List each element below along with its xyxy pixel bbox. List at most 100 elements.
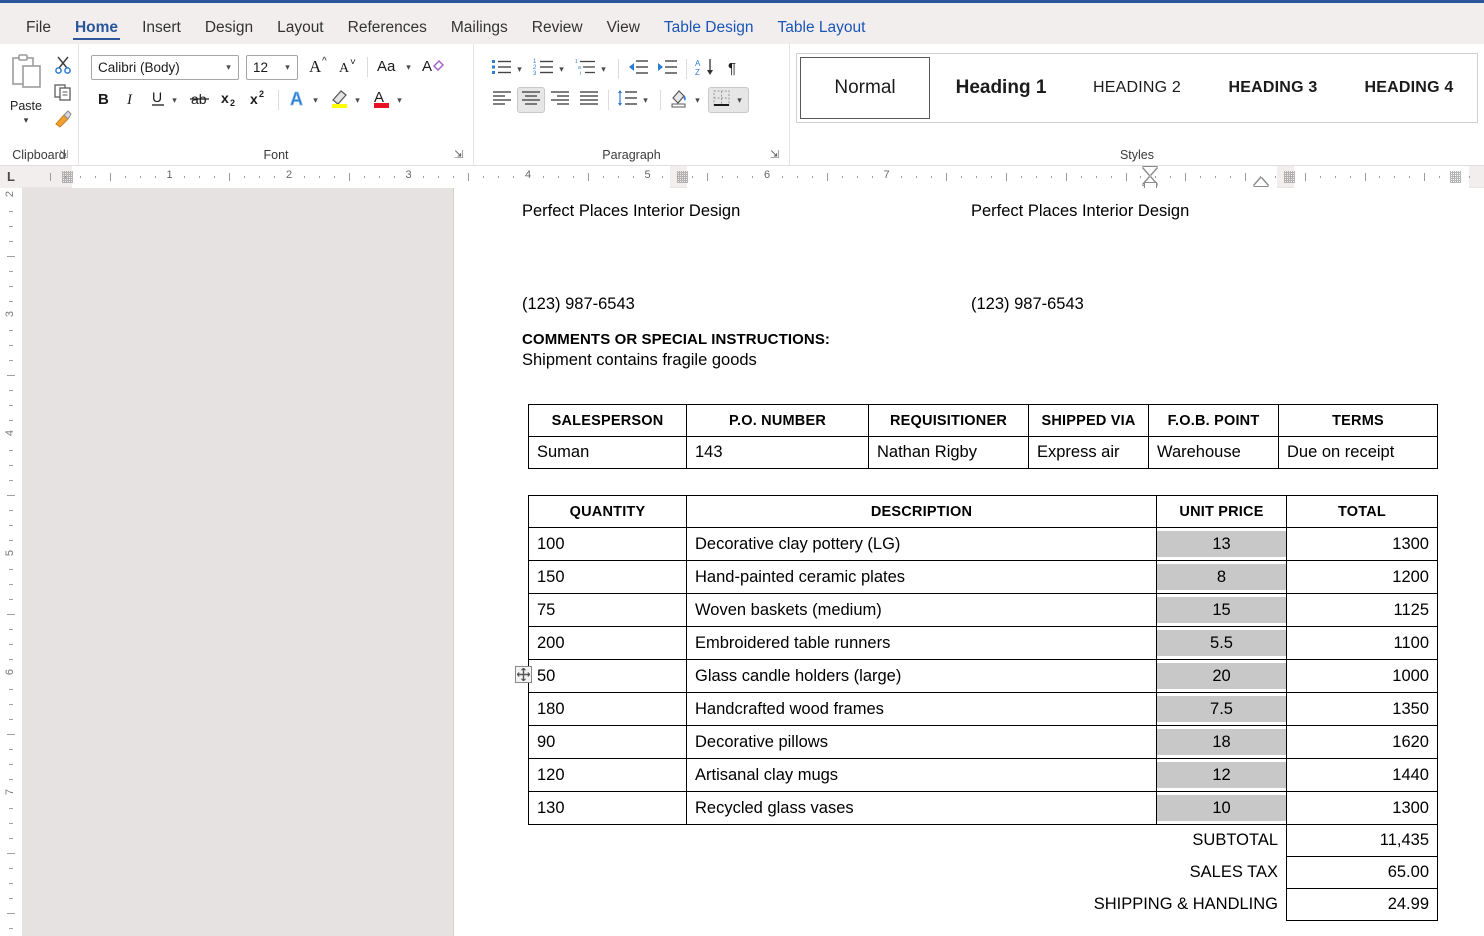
ruler-tab-stop-3[interactable] [1284,170,1295,183]
paste-button[interactable]: Paste ▾ [2,52,50,134]
change-case-button[interactable]: Aa ▾ [373,54,418,80]
bold-button[interactable]: B [91,87,117,113]
text-effects-button[interactable]: A ▾ [284,87,325,113]
tab-review[interactable]: Review [520,19,595,45]
tab-mailings[interactable]: Mailings [439,19,520,45]
cell-quantity[interactable]: 120 [528,758,687,792]
tab-table-design[interactable]: Table Design [652,19,766,45]
table-row[interactable]: 90 Decorative pillows 18 1620 [528,725,1438,759]
cell-unit-price[interactable]: 20 [1156,659,1287,693]
multilevel-list-button[interactable]: 1 a i ▾ [572,56,613,82]
totals-value[interactable]: 65.00 [1286,856,1438,889]
text-highlight-chevron-down-icon[interactable]: ▾ [351,95,364,106]
cell-total[interactable]: 1440 [1286,758,1438,792]
cell-description[interactable]: Glass candle holders (large) [686,659,1157,693]
cell-unit-price[interactable]: 18 [1156,725,1287,759]
table-move-handle[interactable] [515,666,532,683]
order-value-fob-point[interactable]: Warehouse [1148,436,1279,469]
cell-unit-price[interactable]: 10 [1156,791,1287,825]
cell-quantity[interactable]: 75 [528,593,687,627]
numbering-button[interactable]: 1 2 3 ▾ [530,56,571,82]
line-spacing-chevron-down-icon[interactable]: ▾ [639,95,652,106]
table-row[interactable]: QUANTITY DESCRIPTION UNIT PRICE TOTAL [528,495,1438,528]
table-row[interactable]: 150 Hand-painted ceramic plates 8 1200 [528,560,1438,594]
increase-indent-button[interactable] [653,56,681,82]
align-right-button[interactable] [546,87,574,113]
cell-unit-price[interactable]: 15 [1156,593,1287,627]
superscript-button[interactable]: x2 [245,87,273,113]
cell-total[interactable]: 1125 [1286,593,1438,627]
totals-value[interactable]: 11,435 [1286,824,1438,857]
table-row[interactable]: 100 Decorative clay pottery (LG) 13 1300 [528,527,1438,561]
align-left-button[interactable] [488,87,516,113]
multilevel-list-chevron-down-icon[interactable]: ▾ [597,64,610,75]
cell-unit-price[interactable]: 5.5 [1156,626,1287,660]
table-row[interactable]: 120 Artisanal clay mugs 12 1440 [528,758,1438,792]
show-formatting-marks-button[interactable]: ¶ [721,56,747,82]
horizontal-ruler[interactable]: L 1 2 3 4 5 6 7 [0,165,1484,189]
font-color-chevron-down-icon[interactable]: ▾ [393,95,406,106]
cell-quantity[interactable]: 50 [528,659,687,693]
underline-button[interactable]: U ▾ [145,87,184,113]
line-items-table[interactable]: QUANTITY DESCRIPTION UNIT PRICE TOTAL 10… [528,495,1438,921]
cell-quantity[interactable]: 130 [528,791,687,825]
paragraph-dialog-launcher[interactable]: ⇲ [770,149,783,162]
sort-button[interactable]: A Z [692,56,720,82]
underline-chevron-down-icon[interactable]: ▾ [168,95,181,106]
shading-chevron-down-icon[interactable]: ▾ [691,95,704,106]
style-item-heading-2[interactable]: HEADING 2 [1069,54,1205,122]
tab-stop-selector[interactable]: L [0,165,22,188]
totals-value[interactable]: 24.99 [1286,888,1438,921]
cell-description[interactable]: Woven baskets (medium) [686,593,1157,627]
copy-button[interactable] [50,81,76,107]
order-value-salesperson[interactable]: Suman [528,436,687,469]
clear-formatting-button[interactable]: A [419,54,449,80]
justify-button[interactable] [575,87,603,113]
totals-row[interactable]: SHIPPING & HANDLING 24.99 [529,888,1438,921]
bullets-chevron-down-icon[interactable]: ▾ [513,64,526,75]
style-item-heading-4[interactable]: HEADING 4 [1341,54,1477,122]
ruler-tab-stop-2[interactable] [677,170,688,183]
tab-design[interactable]: Design [193,19,265,45]
cell-description[interactable]: Artisanal clay mugs [686,758,1157,792]
cell-quantity[interactable]: 100 [528,527,687,561]
font-dialog-launcher[interactable]: ⇲ [454,149,467,162]
cell-total[interactable]: 1100 [1286,626,1438,660]
strikethrough-button[interactable]: ab [185,87,215,113]
cell-description[interactable]: Embroidered table runners [686,626,1157,660]
font-size-combo[interactable]: 12 ▾ [246,54,298,80]
ruler-tab-stop-1[interactable] [62,170,73,183]
line-spacing-button[interactable]: ▾ [614,87,655,113]
table-row[interactable]: 75 Woven baskets (medium) 15 1125 [528,593,1438,627]
table-row[interactable]: 180 Handcrafted wood frames 7.5 1350 [528,692,1438,726]
right-indent-marker[interactable] [1254,177,1268,186]
format-painter-button[interactable] [50,108,76,134]
table-row[interactable]: 200 Embroidered table runners 5.5 1100 [528,626,1438,660]
tab-table-layout[interactable]: Table Layout [766,19,878,45]
borders-chevron-down-icon[interactable]: ▾ [733,95,746,106]
first-line-indent-marker[interactable] [1143,166,1157,175]
table-row[interactable]: Suman 143 Nathan Rigby Express air Wareh… [528,436,1438,469]
order-value-shipped-via[interactable]: Express air [1028,436,1149,469]
cell-unit-price[interactable]: 12 [1156,758,1287,792]
decrease-indent-button[interactable] [624,56,652,82]
cell-description[interactable]: Recycled glass vases [686,791,1157,825]
table-row[interactable]: 50 Glass candle holders (large) 20 1000 [528,659,1438,693]
style-item-normal[interactable]: Normal [800,57,930,119]
cell-quantity[interactable]: 150 [528,560,687,594]
document-canvas[interactable]: Perfect Places Interior Design Perfect P… [22,188,1484,936]
style-item-heading-1[interactable]: Heading 1 [933,54,1069,122]
shading-button[interactable]: ▾ [666,87,707,113]
cell-quantity[interactable]: 200 [528,626,687,660]
ruler-tab-stop-4[interactable] [1450,170,1461,183]
cell-total[interactable]: 1300 [1286,791,1438,825]
cut-button[interactable] [50,54,76,80]
subscript-button[interactable]: x2 [216,87,244,113]
bullets-button[interactable]: ▾ [488,56,529,82]
font-name-combo[interactable]: Calibri (Body) ▾ [91,54,239,80]
cell-description[interactable]: Hand-painted ceramic plates [686,560,1157,594]
text-effects-chevron-down-icon[interactable]: ▾ [309,95,322,106]
table-row[interactable]: 130 Recycled glass vases 10 1300 [528,791,1438,825]
order-value-requisitioner[interactable]: Nathan Rigby [868,436,1029,469]
table-row[interactable]: SALESPERSON P.O. NUMBER REQUISITIONER SH… [528,404,1438,437]
